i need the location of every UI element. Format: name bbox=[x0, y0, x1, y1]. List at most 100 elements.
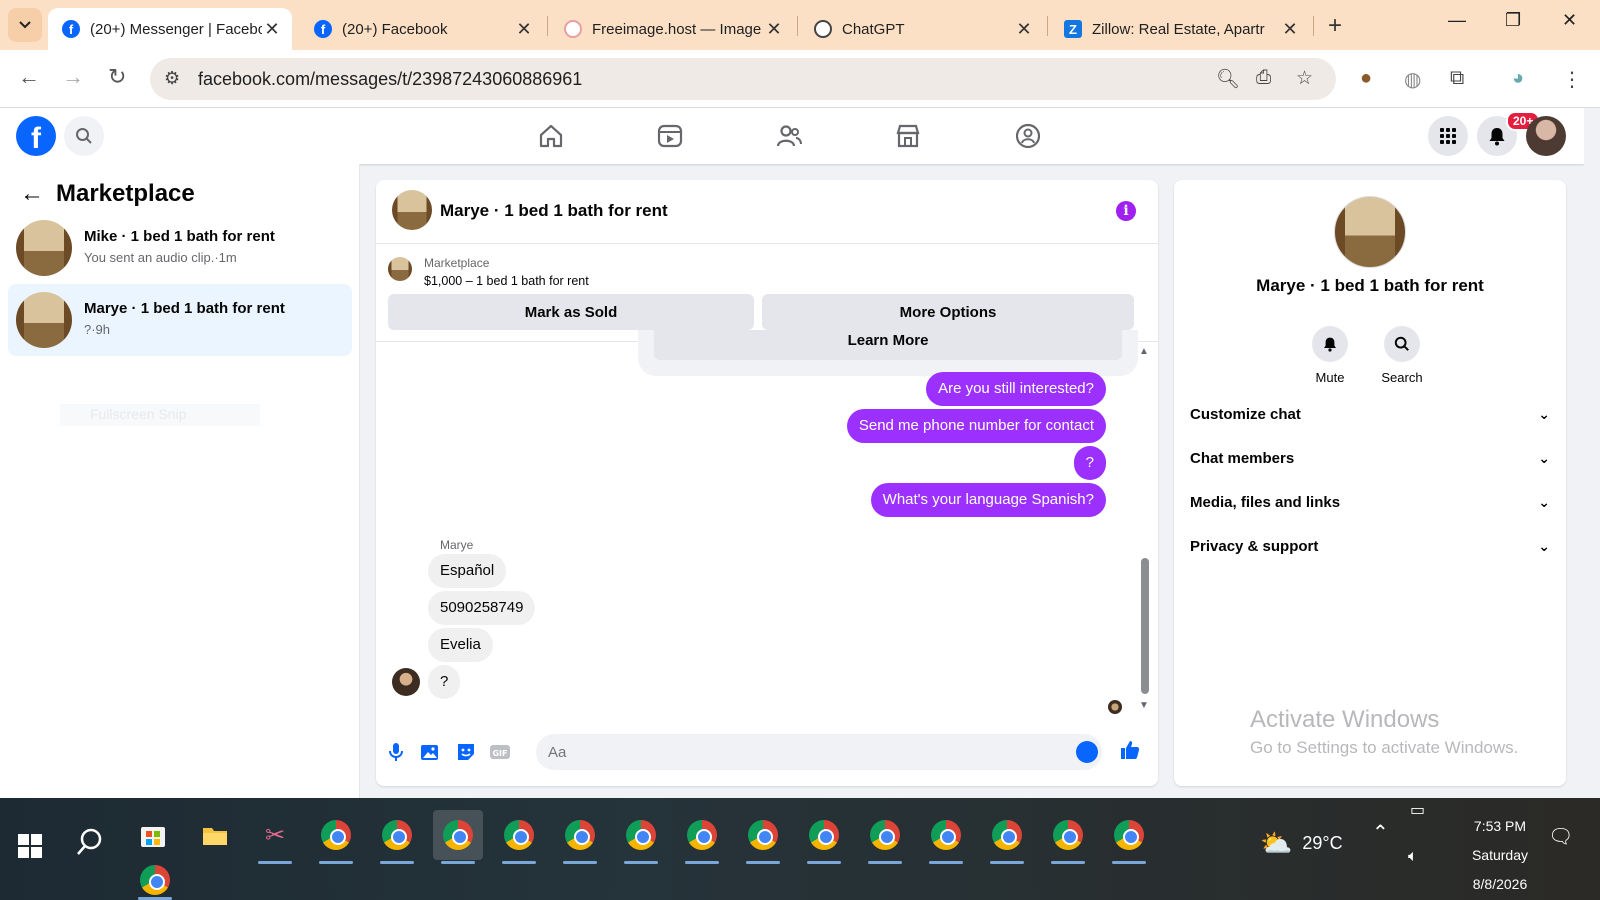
chrome-app[interactable] bbox=[555, 810, 605, 864]
store-app[interactable] bbox=[128, 810, 178, 860]
profile-icon[interactable]: ◕ bbox=[1512, 67, 1524, 90]
chat-title[interactable]: Marye · 1 bed 1 bath for rent bbox=[440, 201, 668, 221]
chrome-app[interactable] bbox=[738, 810, 788, 864]
groups-icon[interactable] bbox=[1014, 122, 1042, 150]
photo-icon[interactable] bbox=[418, 740, 442, 764]
sticker-icon[interactable] bbox=[454, 740, 478, 764]
scroll-down-arrow-icon[interactable]: ▼ bbox=[1139, 700, 1149, 711]
new-tab-button[interactable]: + bbox=[1328, 12, 1342, 40]
volume-icon[interactable]: 🔈︎ bbox=[1408, 848, 1418, 866]
close-icon[interactable]: ✕ bbox=[764, 19, 784, 40]
gif-icon[interactable]: GIF bbox=[488, 740, 512, 764]
incoming-message[interactable]: Evelia bbox=[428, 628, 493, 662]
chrome-app[interactable] bbox=[372, 810, 422, 864]
marketplace-icon[interactable] bbox=[894, 122, 922, 150]
privacy-support-section[interactable]: Privacy & support ⌄ bbox=[1190, 528, 1550, 564]
outgoing-message[interactable]: ? bbox=[1073, 446, 1106, 480]
more-options-button[interactable]: More Options bbox=[762, 294, 1134, 330]
chrome-app[interactable] bbox=[799, 810, 849, 864]
chrome-app[interactable] bbox=[311, 810, 361, 864]
bookmark-star-icon[interactable]: ☆ bbox=[1296, 67, 1313, 90]
tab-zillow[interactable]: Z Zillow: Real Estate, Apartr ✕ bbox=[1050, 8, 1310, 50]
address-bar[interactable]: ⚙ facebook.com/messages/t/23987243060886… bbox=[150, 58, 1336, 100]
page-scrollbar[interactable] bbox=[1584, 108, 1600, 798]
show-hidden-icons-chevron-icon[interactable]: ⌃ bbox=[1372, 820, 1389, 845]
emoji-icon[interactable] bbox=[1076, 741, 1098, 763]
weather-widget[interactable]: ⛅ 29°C bbox=[1260, 828, 1343, 859]
customize-chat-section[interactable]: Customize chat ⌄ bbox=[1190, 396, 1550, 432]
notification-center-icon[interactable]: 🗨︎ bbox=[1548, 824, 1573, 849]
facebook-logo-icon[interactable]: f bbox=[16, 116, 56, 156]
install-app-icon[interactable]: ⎙ bbox=[1256, 67, 1271, 89]
back-arrow-icon[interactable]: ← bbox=[20, 180, 44, 208]
media-files-links-section[interactable]: Media, files and links ⌄ bbox=[1190, 484, 1550, 520]
reload-icon[interactable]: ↻ bbox=[108, 64, 126, 90]
chrome-app[interactable] bbox=[860, 810, 910, 864]
restore-button[interactable]: ❐ bbox=[1505, 10, 1521, 31]
message-scrollbar[interactable]: ▲ ▼ bbox=[1138, 342, 1152, 718]
close-icon[interactable]: ✕ bbox=[262, 19, 282, 40]
globe-extension-icon[interactable]: ◍ bbox=[1404, 67, 1421, 92]
chrome-app[interactable] bbox=[494, 810, 544, 864]
sender-avatar[interactable] bbox=[392, 668, 420, 696]
battery-icon[interactable]: ▭ bbox=[1410, 800, 1425, 820]
message-input[interactable] bbox=[536, 734, 1102, 770]
close-icon[interactable]: ✕ bbox=[1014, 19, 1034, 40]
info-icon[interactable]: i bbox=[1116, 201, 1136, 221]
microphone-icon[interactable] bbox=[384, 740, 408, 764]
chrome-app-active[interactable] bbox=[433, 810, 483, 864]
chrome-app[interactable] bbox=[1043, 810, 1093, 864]
zoom-icon[interactable]: 🔍︎ bbox=[1216, 67, 1240, 91]
outgoing-message[interactable]: Are you still interested? bbox=[926, 372, 1106, 406]
scroll-up-arrow-icon[interactable]: ▲ bbox=[1139, 346, 1149, 357]
incoming-message[interactable]: Español bbox=[428, 554, 507, 588]
menu-button[interactable] bbox=[1428, 116, 1468, 156]
listing-price[interactable]: $1,000 – 1 bed 1 bath for rent bbox=[424, 274, 589, 288]
tab-chatgpt[interactable]: ChatGPT ✕ bbox=[800, 8, 1044, 50]
extensions-puzzle-icon[interactable]: ⧉ bbox=[1450, 67, 1464, 90]
tab-freeimage[interactable]: Freeimage.host — Image ✕ bbox=[550, 8, 794, 50]
chat-avatar[interactable] bbox=[392, 190, 432, 230]
url-text[interactable]: facebook.com/messages/t/2398724306088696… bbox=[198, 69, 582, 90]
outgoing-message[interactable]: Send me phone number for contact bbox=[846, 409, 1106, 443]
file-explorer-app[interactable] bbox=[190, 810, 240, 860]
site-info-icon[interactable]: ⚙ bbox=[164, 68, 180, 89]
menu-dots-icon[interactable]: ⋮ bbox=[1562, 67, 1582, 92]
thumbs-up-icon[interactable] bbox=[1118, 738, 1142, 762]
tab-facebook[interactable]: f (20+) Facebook ✕ bbox=[300, 8, 544, 50]
chrome-app[interactable] bbox=[921, 810, 971, 864]
back-arrow-icon[interactable]: ← bbox=[18, 64, 40, 90]
chrome-app[interactable] bbox=[1104, 810, 1154, 864]
incoming-message[interactable]: 5090258749 bbox=[428, 591, 536, 625]
chrome-app[interactable] bbox=[130, 860, 180, 900]
close-icon[interactable]: ✕ bbox=[1280, 19, 1300, 40]
outgoing-message[interactable]: What's your language Spanish? bbox=[870, 483, 1106, 517]
search-button[interactable] bbox=[64, 116, 104, 156]
conversation-item-mike[interactable]: Mike · 1 bed 1 bath for rent You sent an… bbox=[8, 212, 352, 284]
incoming-message[interactable]: ? bbox=[428, 665, 461, 699]
snipping-tool-app[interactable]: ✂ bbox=[250, 810, 300, 864]
friends-icon[interactable] bbox=[775, 122, 803, 150]
search-in-chat-button[interactable]: Search bbox=[1367, 326, 1437, 385]
chrome-app[interactable] bbox=[616, 810, 666, 864]
home-icon[interactable] bbox=[537, 122, 565, 150]
learn-more-button[interactable]: Learn More bbox=[654, 330, 1122, 360]
close-icon[interactable]: ✕ bbox=[514, 19, 534, 40]
tab-search-button[interactable] bbox=[8, 8, 42, 42]
scrollbar-thumb[interactable] bbox=[1141, 558, 1149, 694]
chat-members-section[interactable]: Chat members ⌄ bbox=[1190, 440, 1550, 476]
cookie-extension-icon[interactable]: ● bbox=[1360, 67, 1372, 90]
chrome-app[interactable] bbox=[677, 810, 727, 864]
forward-arrow-icon[interactable]: → bbox=[62, 64, 84, 90]
tab-messenger[interactable]: f (20+) Messenger | Facebo ✕ bbox=[48, 8, 292, 50]
window-close-button[interactable]: ✕ bbox=[1562, 10, 1577, 31]
taskbar-search-icon[interactable] bbox=[74, 826, 106, 858]
account-avatar[interactable] bbox=[1526, 116, 1566, 156]
windows-start-icon[interactable] bbox=[18, 834, 42, 858]
listing-thumbnail[interactable] bbox=[388, 257, 412, 281]
minimize-button[interactable]: — bbox=[1448, 10, 1466, 31]
video-icon[interactable] bbox=[656, 122, 684, 150]
mark-as-sold-button[interactable]: Mark as Sold bbox=[388, 294, 754, 330]
system-clock[interactable]: 7:53 PM Saturday 8/8/2026 bbox=[1450, 812, 1550, 899]
listing-avatar-large[interactable] bbox=[1334, 196, 1406, 268]
